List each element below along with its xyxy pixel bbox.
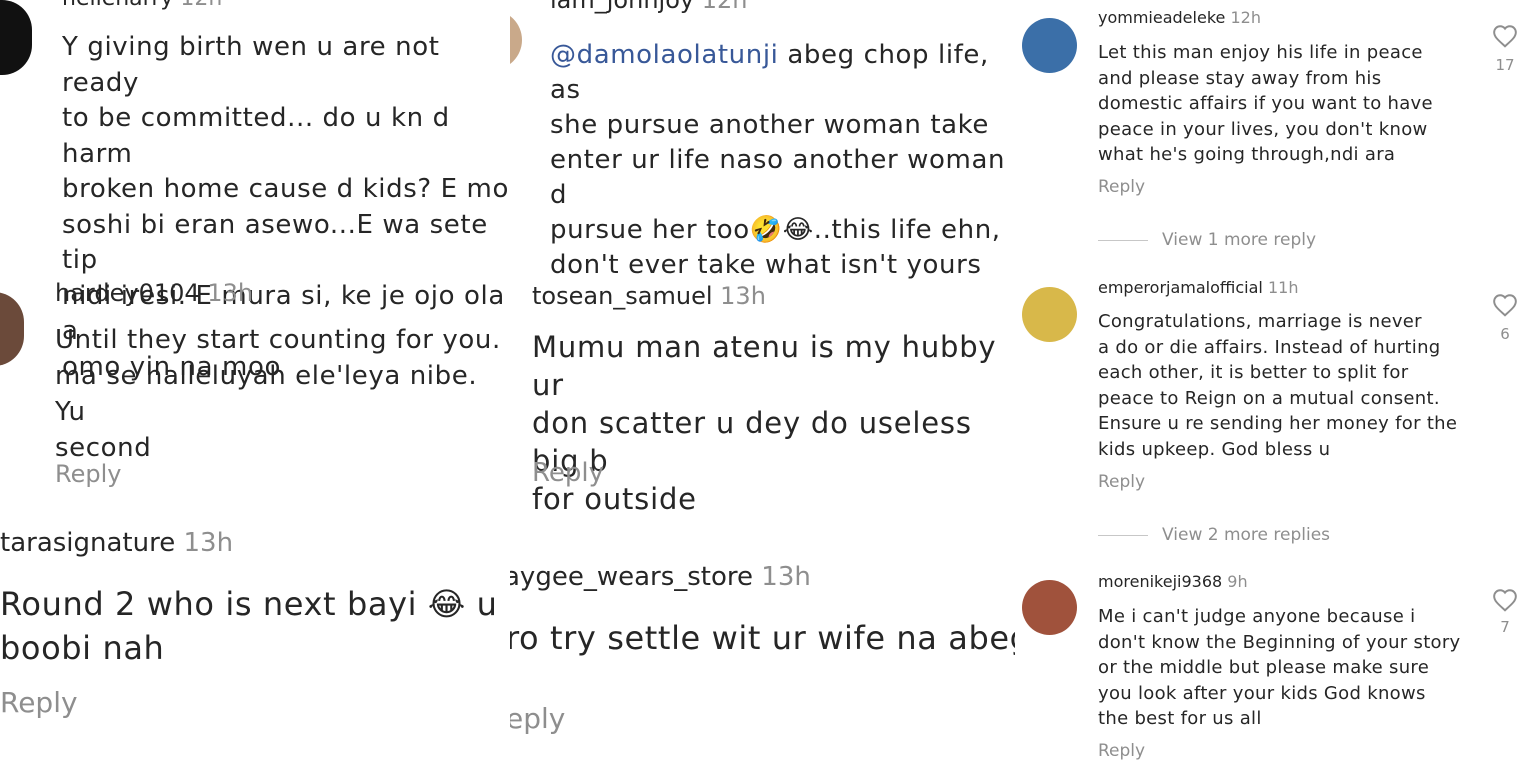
avatar[interactable] (510, 10, 522, 70)
reply-button[interactable]: Reply (55, 460, 121, 488)
avatar[interactable] (1022, 18, 1077, 73)
reply-button[interactable]: eply (510, 702, 565, 735)
heart-outline-icon[interactable] (1492, 24, 1518, 48)
comment-text: Congratulations, marriage is never a do … (1098, 311, 1458, 460)
comment-text: Let this man enjoy his life in peace and… (1098, 42, 1433, 165)
comment-text: Me i can't judge anyone because i don't … (1098, 606, 1461, 729)
comment-tarasignature: tarasignature 13h Round 2 who is next ba… (0, 520, 510, 768)
like-count: 17 (1495, 56, 1515, 74)
comment-time: 12h (701, 0, 748, 14)
avatar[interactable] (0, 0, 32, 75)
comment-text: Until they start counting for you. ma se… (55, 325, 501, 463)
comment-username[interactable]: tarasignature 13h (0, 528, 233, 558)
view-more-replies[interactable]: View 2 more replies (1098, 525, 1330, 545)
heart-outline-icon[interactable] (1492, 293, 1518, 317)
comment-text: ro try settle wit ur wife na abeg (510, 619, 1015, 657)
comment-text: @damolaolatunji abeg chop life, as she p… (550, 40, 1006, 280)
comment-time: 12h (180, 0, 222, 11)
reply-button[interactable]: Reply (532, 458, 604, 488)
comment-username[interactable]: iam_johnjoy 12h (550, 0, 747, 14)
comment-username[interactable]: tosean_samuel 13h (532, 282, 766, 310)
avatar[interactable] (0, 292, 24, 366)
comment-iam-johnjoy: iam_johnjoy 12h @damolaolatunji abeg cho… (510, 0, 1015, 280)
comment-username[interactable]: yommieadeleke 12h (1098, 8, 1261, 27)
comment-time: 9h (1227, 572, 1248, 591)
comment-username[interactable]: hellenarry 12h (62, 0, 222, 11)
comment-text: Mumu man atenu is my hubby ur don scatte… (532, 330, 997, 516)
comment-hellenarry: hellenarry 12h Y giving birth wen u are … (0, 0, 510, 382)
view-more-replies[interactable]: View 1 more reply (1098, 230, 1316, 250)
comment-hardey0104: hardey0104 13h Until they start counting… (0, 270, 510, 500)
comment-username[interactable]: aygee_wears_store 13h (510, 562, 811, 592)
comment-morenikeji9368: morenikeji9368 9h Me i can't judge anyon… (1015, 570, 1536, 768)
avatar[interactable] (1022, 580, 1077, 635)
comment-username[interactable]: morenikeji9368 9h (1098, 572, 1248, 591)
comment-emperorjamalofficial: emperorjamalofficial 11h Congratulations… (1015, 275, 1536, 565)
comment-tosean-samuel: tosean_samuel 13h Mumu man atenu is my h… (510, 270, 1015, 516)
comment-username[interactable]: emperorjamalofficial 11h (1098, 278, 1298, 297)
comment-time: 13h (761, 562, 811, 592)
comment-time: 13h (207, 279, 254, 307)
comment-username[interactable]: hardey0104 13h (55, 279, 253, 307)
reply-button[interactable]: Reply (1098, 741, 1145, 761)
like-count: 7 (1500, 618, 1510, 636)
comment-time: 13h (720, 282, 766, 310)
mention-link[interactable]: @damolaolatunji (550, 40, 779, 70)
reply-button[interactable]: Reply (1098, 472, 1145, 492)
avatar[interactable] (1022, 287, 1077, 342)
like-count: 6 (1500, 325, 1510, 343)
comment-text: Round 2 who is next bayi 😂 u boobi nah (0, 585, 498, 667)
comment-yommieadeleke: yommieadeleke 12h Let this man enjoy his… (1015, 0, 1536, 270)
comment-time: 12h (1230, 8, 1261, 27)
reply-button[interactable]: Reply (0, 686, 78, 719)
heart-outline-icon[interactable] (1492, 588, 1518, 612)
reply-button[interactable]: Reply (1098, 177, 1145, 197)
comment-aygee-wears-store: aygee_wears_store 13h ro try settle wit … (510, 520, 1015, 768)
comment-time: 11h (1267, 278, 1299, 297)
comment-time: 13h (183, 528, 234, 558)
